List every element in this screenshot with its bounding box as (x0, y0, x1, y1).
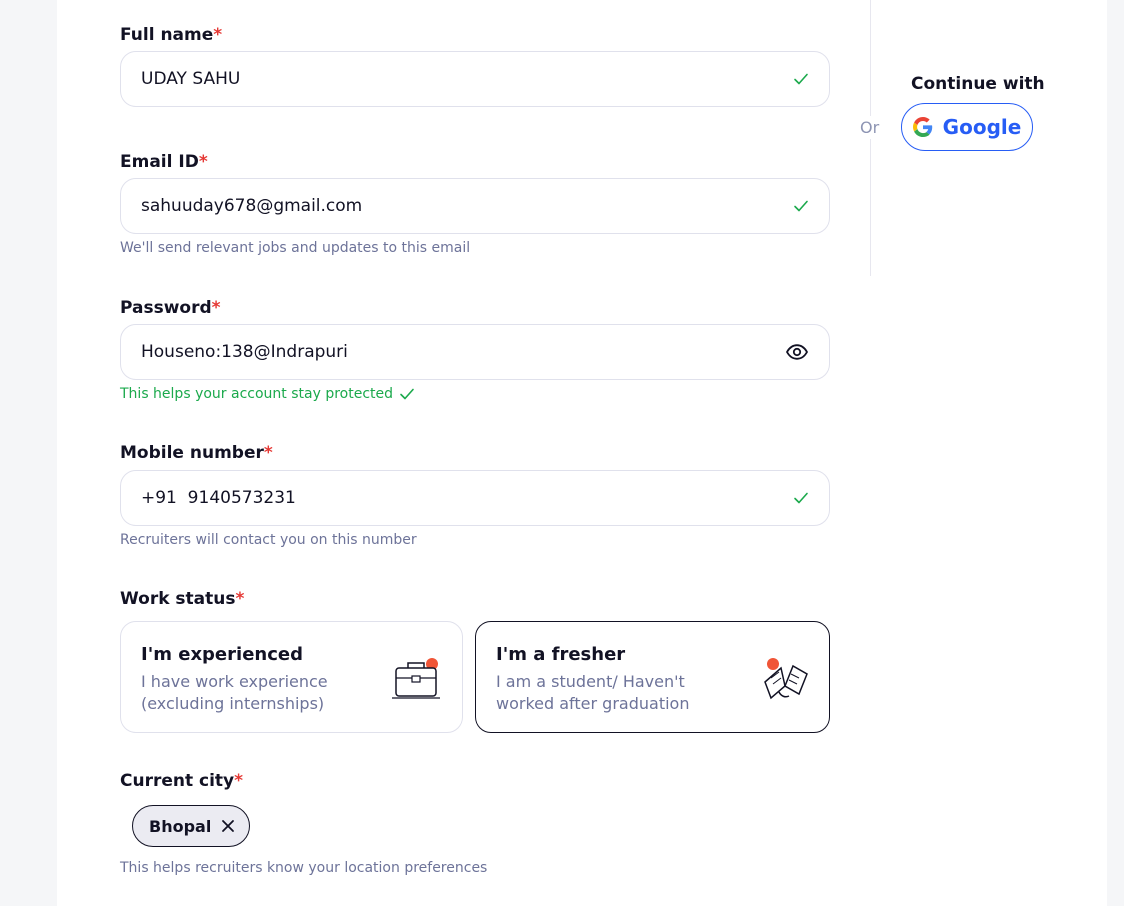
city-chip[interactable]: Bhopal (132, 805, 251, 847)
required-mark: * (263, 443, 273, 463)
email-hint: We'll send relevant jobs and updates to … (120, 240, 471, 256)
email-value: sahuuday678@gmail.com (141, 196, 363, 216)
password-value: Houseno:138@Indrapuri (141, 342, 348, 362)
or-separator: Or (860, 116, 880, 139)
required-mark: * (198, 152, 208, 172)
google-icon (912, 117, 932, 137)
work-status-experienced[interactable]: I'm experienced I have work experience (… (120, 621, 463, 733)
check-icon (794, 73, 808, 85)
city-hint: This helps recruiters know your location… (120, 860, 488, 876)
mobile-label: Mobile number* (120, 443, 273, 463)
city-chip-label: Bhopal (149, 816, 212, 836)
work-status-label: Work status* (120, 589, 245, 609)
eye-icon[interactable] (785, 340, 809, 364)
google-label: Google (942, 115, 1022, 139)
close-icon[interactable] (221, 819, 235, 833)
check-icon (794, 492, 808, 504)
email-input[interactable]: sahuuday678@gmail.com (120, 178, 830, 234)
briefcase-icon (392, 658, 440, 699)
mobile-hint: Recruiters will contact you on this numb… (120, 532, 417, 548)
continue-with-label: Continue with (911, 74, 1045, 94)
required-mark: * (235, 589, 245, 609)
city-label: Current city* (120, 771, 244, 791)
full-name-value: UDAY SAHU (141, 69, 241, 89)
email-label: Email ID* (120, 152, 208, 172)
check-icon (794, 200, 808, 212)
password-label: Password* (120, 298, 221, 318)
book-icon (764, 658, 808, 700)
check-icon (400, 388, 414, 400)
option-desc: I have work experience (excluding intern… (141, 672, 328, 713)
full-name-label: Full name* (120, 25, 223, 45)
full-name-input[interactable]: UDAY SAHU (120, 51, 830, 107)
required-mark: * (211, 298, 221, 318)
required-mark: * (234, 771, 244, 791)
work-status-fresher[interactable]: I'm a fresher I am a student/ Haven't wo… (475, 621, 830, 733)
password-input[interactable]: Houseno:138@Indrapuri (120, 324, 830, 380)
password-hint: This helps your account stay protected (120, 386, 415, 402)
mobile-value: +91 9140573231 (141, 488, 296, 508)
required-mark: * (213, 25, 223, 45)
option-desc: I am a student/ Haven't worked after gra… (496, 672, 690, 713)
google-signin-button[interactable]: Google (901, 103, 1033, 151)
mobile-input[interactable]: +91 9140573231 (120, 470, 830, 526)
